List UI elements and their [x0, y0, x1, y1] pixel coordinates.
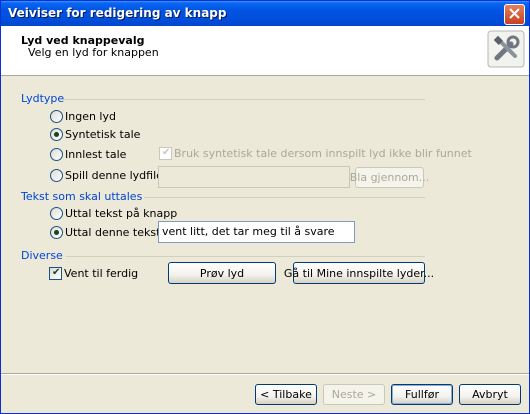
next-button[interactable]: Neste > [323, 384, 385, 405]
group-divider [144, 197, 425, 198]
checkmark-icon: ✔ [52, 267, 61, 278]
page-subtitle: Velg en lyd for knappen [28, 46, 159, 59]
close-icon [509, 7, 520, 22]
fallback-synthetic-label: Bruk syntetisk tale dersom innspilt lyd … [174, 147, 472, 160]
group-divider [66, 256, 425, 257]
group-label-lydtype: Lydtype [21, 92, 65, 105]
test-sound-button[interactable]: Prøv lyd [168, 262, 276, 284]
radio-ingen-lyd[interactable] [50, 110, 63, 123]
cancel-button[interactable]: Avbryt [459, 384, 521, 405]
wizard-window: Veiviser for redigering av knapp Lyd ved… [0, 0, 530, 414]
tools-icon [487, 30, 525, 68]
radio-ingen-lyd-label[interactable]: Ingen lyd [65, 110, 116, 123]
radio-spill-lydfil[interactable] [50, 169, 63, 182]
wait-checkbox-label[interactable]: Vent til ferdig [64, 267, 138, 280]
title-bar[interactable]: Veiviser for redigering av knapp [1, 1, 529, 26]
radio-innlest-tale[interactable] [50, 148, 63, 161]
header-panel: Lyd ved knappevalg Velg en lyd for knapp… [1, 26, 529, 76]
browse-button[interactable]: Bla gjennom... [350, 167, 429, 188]
back-button[interactable]: < Tilbake [255, 384, 317, 405]
group-label-diverse: Diverse [21, 249, 63, 262]
checkmark-icon: ✔ [162, 147, 171, 158]
fallback-synthetic-checkbox[interactable]: ✔ [159, 147, 172, 160]
radio-innlest-tale-label[interactable]: Innlest tale [65, 148, 126, 161]
wait-checkbox[interactable]: ✔ [49, 267, 62, 280]
radio-syntetisk-tale[interactable] [50, 128, 63, 141]
radio-uttal-knapptekst-label[interactable]: Uttal tekst på knapp [65, 207, 177, 220]
radio-uttal-denne-teksten[interactable] [50, 226, 63, 239]
group-label-tekst: Tekst som skal uttales [21, 190, 143, 203]
close-button[interactable] [504, 4, 525, 25]
recorded-sounds-button[interactable]: Gå til Mine innspilte lyder... [284, 262, 434, 284]
speech-text-input[interactable]: vent litt, det tar meg til å svare [158, 221, 355, 243]
radio-syntetisk-tale-label[interactable]: Syntetisk tale [65, 128, 140, 141]
finish-button[interactable]: Fullfør [391, 384, 453, 405]
group-divider [63, 99, 425, 100]
window-title: Veiviser for redigering av knapp [8, 6, 227, 20]
sound-file-field[interactable] [158, 166, 350, 188]
radio-uttal-knapptekst[interactable] [50, 207, 63, 220]
footer-divider-highlight [1, 374, 529, 375]
